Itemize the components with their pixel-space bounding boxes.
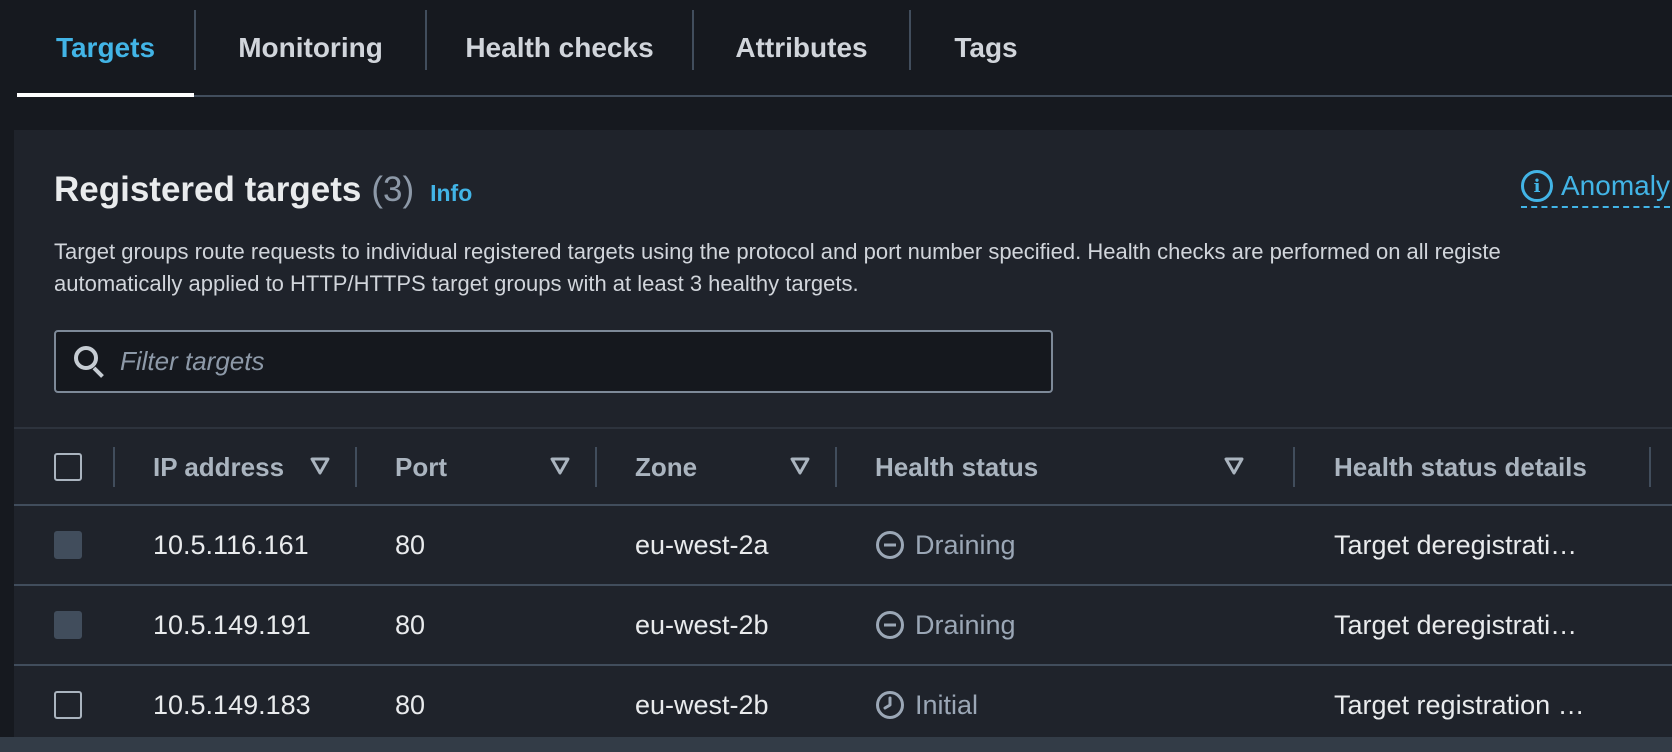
column-header-port[interactable]: Port	[395, 429, 447, 506]
health-status-label: Draining	[915, 609, 1016, 640]
cell-zone: eu-west-2a	[635, 529, 769, 560]
cell-port: 80	[395, 529, 426, 560]
column-header-health-status-details[interactable]: Health status details	[1334, 429, 1587, 506]
panel-description: Target groups route requests to individu…	[54, 236, 1672, 300]
cell-health-status: Draining	[875, 586, 1016, 664]
health-status-label: Initial	[915, 689, 979, 720]
anomaly-link[interactable]: i Anomaly	[1521, 168, 1670, 208]
column-header-ip-address[interactable]: IP address	[153, 429, 284, 506]
column-separator	[1649, 447, 1651, 487]
cell-health-status: Draining	[875, 506, 1016, 584]
filter-targets-field[interactable]	[54, 330, 1053, 393]
active-tab-indicator	[17, 93, 194, 97]
info-link[interactable]: Info	[430, 180, 472, 207]
row-checkbox	[54, 531, 82, 559]
page: Targets Monitoring Health checks Attribu…	[0, 0, 1672, 752]
column-header-zone[interactable]: Zone	[635, 429, 697, 506]
cell-ip-address: 10.5.116.161	[153, 529, 309, 560]
cell-ip-address: 10.5.149.191	[153, 609, 311, 640]
table-row[interactable]: 10.5.116.161 80 eu-west-2a Draining Targ…	[14, 506, 1672, 586]
registered-targets-panel: Registered targets (3) Info i Anomaly Ta…	[14, 130, 1672, 752]
tab-targets[interactable]: Targets	[17, 0, 194, 96]
tab-tags[interactable]: Tags	[911, 0, 1061, 96]
info-circle-icon: i	[1521, 170, 1553, 202]
table-row[interactable]: 10.5.149.183 80 eu-west-2b Initial Targe…	[14, 666, 1672, 746]
filter-targets-input[interactable]	[120, 346, 1020, 377]
column-separator	[113, 447, 115, 487]
column-separator	[1293, 447, 1295, 487]
tab-bar: Targets Monitoring Health checks Attribu…	[17, 0, 1672, 97]
cell-health-status-details: Target deregistrati…	[1334, 529, 1578, 560]
target-count: (3)	[371, 170, 415, 209]
tab-attributes[interactable]: Attributes	[694, 0, 909, 96]
select-all-checkbox[interactable]	[54, 453, 82, 481]
minus-circle-icon	[876, 611, 904, 639]
column-header-health-status[interactable]: Health status	[875, 429, 1038, 506]
description-line: Target groups route requests to individu…	[54, 239, 1501, 264]
minus-circle-icon	[876, 531, 904, 559]
anomaly-link-label: Anomaly	[1561, 170, 1670, 201]
sort-caret-icon[interactable]	[790, 457, 810, 475]
cell-port: 80	[395, 609, 426, 640]
tab-health-checks[interactable]: Health checks	[427, 0, 692, 96]
cell-zone: eu-west-2b	[635, 609, 769, 640]
sort-caret-icon[interactable]	[310, 457, 330, 475]
row-checkbox[interactable]	[54, 691, 82, 719]
bottom-scrollbar[interactable]	[0, 737, 1672, 752]
panel-title: Registered targets	[54, 170, 362, 209]
panel-heading: Registered targets (3) Info	[54, 170, 472, 212]
health-status-label: Draining	[915, 529, 1016, 560]
cell-health-status-details: Target deregistrati…	[1334, 609, 1578, 640]
table-header: IP address Port Zone Health status Healt…	[14, 427, 1672, 506]
cell-health-status: Initial	[875, 666, 978, 744]
table-row[interactable]: 10.5.149.191 80 eu-west-2b Draining Targ…	[14, 586, 1672, 666]
cell-port: 80	[395, 689, 426, 720]
targets-table: IP address Port Zone Health status Healt…	[14, 427, 1672, 746]
row-checkbox	[54, 611, 82, 639]
search-icon	[72, 344, 108, 380]
cell-health-status-details: Target registration …	[1334, 689, 1585, 720]
description-line: automatically applied to HTTP/HTTPS targ…	[54, 271, 859, 296]
cell-zone: eu-west-2b	[635, 689, 769, 720]
tab-monitoring[interactable]: Monitoring	[196, 0, 425, 96]
sort-caret-icon[interactable]	[1224, 457, 1244, 475]
column-separator	[835, 447, 837, 487]
column-separator	[355, 447, 357, 487]
cell-ip-address: 10.5.149.183	[153, 689, 311, 720]
sort-caret-icon[interactable]	[550, 457, 570, 475]
clock-icon	[876, 691, 904, 719]
column-separator	[595, 447, 597, 487]
